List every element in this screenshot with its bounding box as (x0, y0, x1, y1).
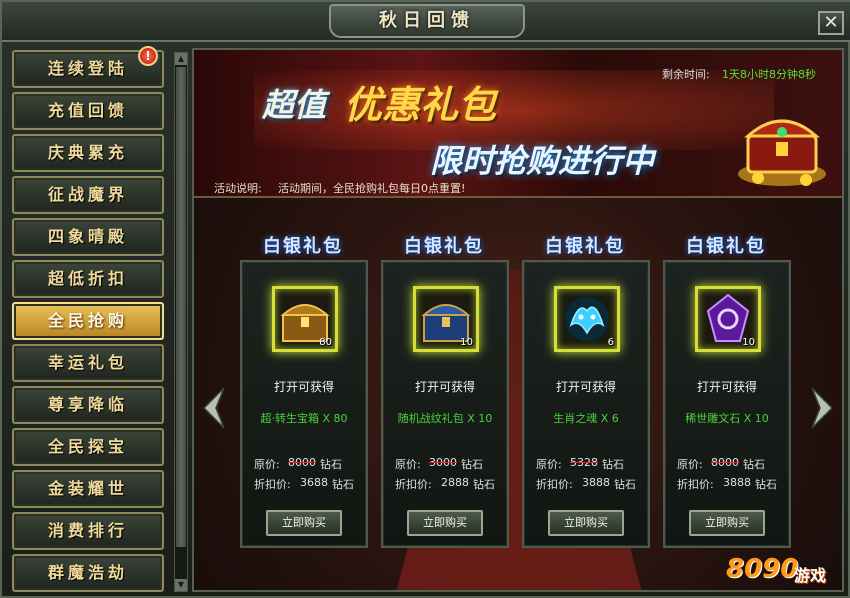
discount-price-label: 折扣价: (254, 478, 291, 491)
discount-price: 3688 (300, 476, 328, 489)
reward-name: 稀世雕文石 X 10 (685, 412, 769, 425)
discount-price-unit: 钻石 (473, 478, 495, 491)
discount-price-label: 折扣价: (395, 478, 432, 491)
item-count: 10 (742, 337, 755, 348)
card-title: 白银礼包 (686, 236, 766, 257)
sidebar-item-four-symbols[interactable]: 四象晴殿 (12, 218, 164, 256)
window-title: 秋日回馈 (329, 4, 525, 38)
gift-card-1: 80 打开可获得 超·转生宝箱 X 80 原价: 8000 钻石 折扣价: 36… (240, 260, 368, 548)
scroll-up-icon[interactable]: ▲ (175, 53, 187, 65)
sidebar-item-demon-catastrophe[interactable]: 群魔浩劫 (12, 554, 164, 592)
card-title: 白银礼包 (263, 236, 343, 257)
sidebar-scrollbar[interactable]: ▲ ▼ (174, 52, 188, 592)
sidebar-item-flash-sale[interactable]: 全民抢购 (12, 302, 164, 340)
sidebar-item-treasure-hunt[interactable]: 全民探宝 (12, 428, 164, 466)
description-text: 活动期间，全民抢购礼包每日0点重置! (278, 182, 466, 195)
sidebar-item-recharge-rewards[interactable]: 充值回馈 (12, 92, 164, 130)
card-title: 白银礼包 (545, 236, 625, 257)
original-price: 8000 (711, 456, 739, 469)
original-price-unit: 钻石 (743, 458, 765, 471)
open-reward-label: 打开可获得 (696, 380, 757, 394)
main-panel: 剩余时间: 1天8小时8分钟8秒 超值 优惠礼包 限时抢购进行中 活动说明: 活… (192, 48, 844, 592)
sidebar-item-celebration-recharge[interactable]: 庆典累充 (12, 134, 164, 172)
timer-label: 剩余时间: (662, 68, 710, 81)
sidebar-item-low-discount[interactable]: 超低折扣 (12, 260, 164, 298)
open-reward-label: 打开可获得 (555, 380, 616, 394)
original-price-unit: 钻石 (320, 458, 342, 471)
buy-now-button[interactable]: 立即购买 (407, 510, 483, 536)
buy-now-button[interactable]: 立即购买 (266, 510, 342, 536)
original-price-unit: 钻石 (602, 458, 624, 471)
item-slot[interactable]: 10 (695, 286, 761, 352)
original-price-label: 原价: (395, 458, 421, 471)
item-count: 80 (319, 337, 332, 348)
original-price-unit: 钻石 (461, 458, 483, 471)
event-window: 秋日回馈 ✕ 连续登陆 ! 充值回馈 庆典累充 征战魔界 四象晴殿 超低折扣 全… (0, 0, 850, 598)
description-label: 活动说明: (214, 182, 262, 195)
gift-card-2: 10 打开可获得 随机战纹礼包 X 10 原价: 3000 钻石 折扣价: 28… (381, 260, 509, 548)
gift-card-4: 10 打开可获得 稀世雕文石 X 10 原价: 8000 钻石 折扣价: 388… (663, 260, 791, 548)
reward-name: 超·转生宝箱 X 80 (260, 412, 348, 425)
original-price-label: 原价: (254, 458, 280, 471)
item-count: 10 (460, 337, 473, 348)
watermark-text: 游戏 (794, 566, 827, 585)
discount-price-unit: 钻石 (755, 478, 777, 491)
item-slot[interactable]: 6 (554, 286, 620, 352)
sidebar-item-demon-war[interactable]: 征战魔界 (12, 176, 164, 214)
arrow-right-icon[interactable] (810, 386, 834, 430)
promo-banner: 剩余时间: 1天8小时8分钟8秒 超值 优惠礼包 限时抢购进行中 活动说明: 活… (194, 50, 842, 198)
discount-price: 2888 (441, 476, 469, 489)
sidebar-item-vip-arrival[interactable]: 尊享降临 (12, 386, 164, 424)
reward-name: 随机战纹礼包 X 10 (397, 412, 493, 425)
discount-price-unit: 钻石 (614, 478, 636, 491)
title-bar: 秋日回馈 ✕ (2, 2, 850, 42)
banner-subtitle: 限时抢购进行中 (430, 142, 655, 180)
discount-price-unit: 钻石 (332, 478, 354, 491)
watermark-number: 8090 (726, 554, 799, 584)
original-price-label: 原价: (536, 458, 562, 471)
alert-badge-icon: ! (138, 46, 158, 66)
buy-now-button[interactable]: 立即购买 (548, 510, 624, 536)
banner-title-main: 优惠礼包 (344, 82, 497, 127)
open-reward-label: 打开可获得 (414, 380, 475, 394)
discount-price-label: 折扣价: (536, 478, 573, 491)
original-price: 5328 (570, 456, 598, 469)
card-title: 白银礼包 (404, 236, 484, 257)
sidebar-item-golden-gear[interactable]: 金装耀世 (12, 470, 164, 508)
treasure-chest-icon (738, 119, 826, 186)
discount-price: 3888 (723, 476, 751, 489)
buy-now-button[interactable]: 立即购买 (689, 510, 765, 536)
open-reward-label: 打开可获得 (273, 380, 334, 394)
site-watermark-logo: 8090 游戏 (722, 550, 846, 596)
item-slot[interactable]: 10 (413, 286, 479, 352)
sidebar-item-lucky-pack[interactable]: 幸运礼包 (12, 344, 164, 382)
scroll-thumb[interactable] (176, 67, 186, 547)
timer-value: 1天8小时8分钟8秒 (722, 68, 816, 81)
sidebar-item-spending-rank[interactable]: 消费排行 (12, 512, 164, 550)
banner-title-prefix: 超值 (262, 86, 327, 124)
original-price: 3000 (429, 456, 457, 469)
reward-name: 生肖之魂 X 6 (553, 412, 619, 425)
gift-card-3: 6 打开可获得 生肖之魂 X 6 原价: 5328 钻石 折扣价: 3888 钻… (522, 260, 650, 548)
arrow-left-icon[interactable] (202, 386, 226, 430)
scroll-down-icon[interactable]: ▼ (175, 579, 187, 591)
sidebar: 连续登陆 ! 充值回馈 庆典累充 征战魔界 四象晴殿 超低折扣 全民抢购 幸运礼… (10, 46, 170, 592)
original-price: 8000 (288, 456, 316, 469)
close-button[interactable]: ✕ (818, 11, 844, 35)
discount-price: 3888 (582, 476, 610, 489)
discount-price-label: 折扣价: (677, 478, 714, 491)
item-slot[interactable]: 80 (272, 286, 338, 352)
original-price-label: 原价: (677, 458, 703, 471)
item-count: 6 (607, 337, 614, 348)
